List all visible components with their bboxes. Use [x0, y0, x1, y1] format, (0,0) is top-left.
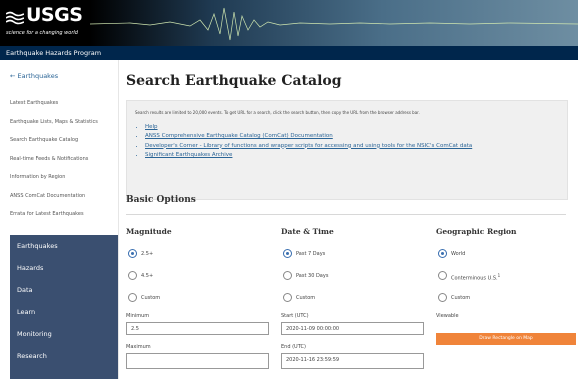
sidebar-link[interactable]: Real-time Feeds & Notifications — [10, 156, 110, 163]
page-title: Search Earthquake Catalog — [126, 73, 342, 89]
logo-tagline: science for a changing world — [6, 30, 78, 36]
back-link-earthquakes[interactable]: ← Earthquakes — [10, 72, 58, 80]
nav-item-research[interactable]: Research — [10, 345, 118, 367]
magnitude-radio-4-5[interactable] — [128, 271, 137, 280]
date-radio-past-7-days[interactable] — [283, 249, 292, 258]
sidebar-link[interactable]: Earthquake Lists, Maps & Statistics — [10, 119, 110, 126]
main-content: Search Earthquake Catalog Search results… — [118, 60, 578, 379]
draw-rectangle-button[interactable]: Draw Rectangle on Map — [436, 333, 576, 345]
region-custom-hint: Viewable — [436, 313, 459, 319]
nav-item-data[interactable]: Data — [10, 279, 118, 301]
sidebar-links: Latest Earthquakes Earthquake Lists, Map… — [10, 100, 110, 230]
magnitude-radio-2-5[interactable] — [128, 249, 137, 258]
magnitude-option-label: 2.5+ — [141, 251, 154, 257]
magnitude-radio-custom[interactable] — [128, 293, 137, 302]
program-bar: Earthquake Hazards Program — [0, 46, 578, 60]
date-option-label: Past 7 Days — [296, 251, 326, 257]
region-option-label: Conterminous U.S.1 — [451, 273, 500, 282]
sidebar-link[interactable]: Information by Region — [10, 174, 110, 181]
sidebar-link[interactable]: Latest Earthquakes — [10, 100, 110, 107]
nav-item-earthquakes[interactable]: Earthquakes — [10, 235, 118, 257]
nav-item-learn[interactable]: Learn — [10, 301, 118, 323]
search-limit-note: Search results are limited to 20,000 eve… — [135, 110, 420, 115]
region-option-label: World — [451, 251, 466, 257]
logo-name: USGS — [26, 4, 83, 26]
help-links: Help ANSS Comprehensive Earthquake Catal… — [135, 123, 472, 160]
region-radio-conterminous-us[interactable] — [438, 271, 447, 280]
region-option-label: Custom — [451, 295, 471, 301]
date-option-label: Past 30 Days — [296, 273, 329, 279]
magnitude-option-label: 4.5+ — [141, 273, 154, 279]
end-datetime-input[interactable]: 2020-11-16 23:59:59 — [281, 353, 424, 369]
comcat-doc-link[interactable]: ANSS Comprehensive Earthquake Catalog (C… — [145, 132, 472, 141]
date-radio-custom[interactable] — [283, 293, 292, 302]
region-radio-world[interactable] — [438, 249, 447, 258]
magnitude-option-label: Custom — [141, 295, 161, 301]
nav-item-hazards[interactable]: Hazards — [10, 257, 118, 279]
sidebar-link[interactable]: Search Earthquake Catalog — [10, 137, 110, 144]
significant-archive-link[interactable]: Significant Earthquakes Archive — [145, 151, 472, 160]
maximum-label: Maximum — [126, 344, 151, 350]
footnote-marker: 1 — [497, 273, 501, 278]
section-nav: Earthquakes Hazards Data Learn Monitorin… — [10, 235, 118, 379]
datetime-heading: Date & Time — [281, 227, 334, 236]
start-label: Start (UTC) — [281, 313, 309, 319]
minimum-magnitude-input[interactable]: 2.5 — [126, 322, 269, 335]
end-label: End (UTC) — [281, 344, 306, 350]
start-datetime-input[interactable]: 2020-11-09 00:00:00 — [281, 322, 424, 335]
sidebar-link[interactable]: Errata for Latest Earthquakes — [10, 211, 110, 218]
developers-corner-link[interactable]: Developer's Corner - Library of function… — [145, 142, 472, 151]
date-option-label: Custom — [296, 295, 316, 301]
nav-item-monitoring[interactable]: Monitoring — [10, 323, 118, 345]
region-radio-custom[interactable] — [438, 293, 447, 302]
program-link[interactable]: Earthquake Hazards Program — [0, 49, 101, 57]
sidebar-link[interactable]: ANSS ComCat Documentation — [10, 193, 110, 200]
section-title: Basic Options — [126, 195, 196, 205]
magnitude-heading: Magnitude — [126, 227, 172, 236]
maximum-magnitude-input[interactable] — [126, 353, 269, 369]
sidebar: ← Earthquakes Latest Earthquakes Earthqu… — [0, 60, 119, 379]
help-link[interactable]: Help — [145, 123, 472, 132]
usgs-wave-icon — [6, 11, 24, 25]
region-option-text: Conterminous U.S. — [451, 275, 498, 282]
date-radio-past-30-days[interactable] — [283, 271, 292, 280]
seismogram-graphic — [90, 0, 578, 46]
minimum-label: Minimum — [126, 313, 150, 319]
header-banner: USGS science for a changing world — [0, 0, 578, 46]
region-heading: Geographic Region — [436, 227, 517, 236]
info-box: Search results are limited to 20,000 eve… — [126, 100, 568, 200]
divider — [126, 214, 566, 215]
